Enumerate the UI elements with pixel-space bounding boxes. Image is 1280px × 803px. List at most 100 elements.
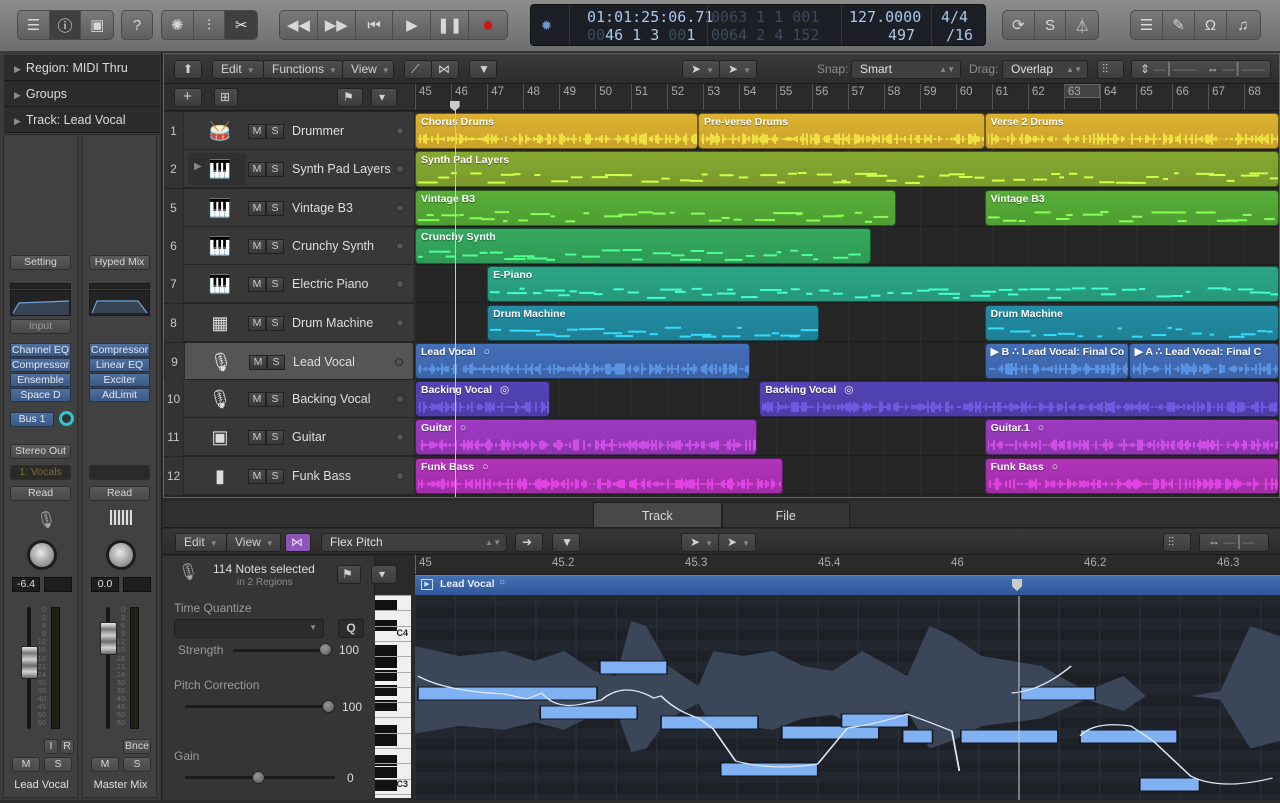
view-menu[interactable]: View ▼ [342, 60, 394, 79]
piano-black-key[interactable] [375, 657, 397, 668]
pan-readout[interactable] [44, 577, 72, 592]
mixer-button[interactable]: ⫶ [194, 11, 226, 39]
record-button[interactable]: ● [469, 11, 507, 39]
region[interactable]: Guitar.1 ○ [984, 419, 1279, 456]
track-record-indicator[interactable] [396, 318, 404, 327]
eq-thumbnail[interactable] [89, 290, 150, 316]
region[interactable]: Crunchy Synth [415, 227, 872, 264]
track-record-indicator[interactable] [396, 241, 404, 250]
region[interactable]: Verse 2 Drums [984, 113, 1279, 149]
group-slot[interactable] [89, 465, 150, 480]
metronome-button[interactable]: ⏃ [1066, 11, 1098, 39]
mute-button[interactable]: M [12, 757, 40, 772]
input-monitor-button[interactable]: I [44, 739, 58, 754]
track-solo-button[interactable]: S [266, 468, 284, 484]
volume-readout[interactable]: 0.0 [91, 577, 119, 592]
cycle-button[interactable]: ⟳ [1003, 11, 1035, 39]
library-button[interactable]: ☰ [18, 11, 50, 39]
pitch-note[interactable] [781, 725, 880, 740]
track-solo-button[interactable]: S [266, 315, 284, 331]
track-header[interactable]: 5 🎹 M S Vintage B3 [164, 188, 414, 227]
track-mute-button[interactable]: M [248, 200, 266, 216]
region[interactable]: Backing Vocal ◎ [759, 381, 1279, 418]
flex-button[interactable]: ⋈ [431, 60, 459, 79]
pitch-note[interactable] [960, 729, 1059, 744]
bar-ruler[interactable]: 45 46 47 48 49 50 51 52 53 54 55 56 57 58 59 60 61 62 63 64… [415, 84, 1279, 111]
solo-button[interactable]: S [1035, 11, 1067, 39]
editor-edit-menu[interactable]: Edit ▼ [175, 533, 227, 552]
edit-menu[interactable]: Edit ▼ [212, 60, 264, 79]
zoom-sliders[interactable]: ⇕ —┃—— ⇔ —┃—— [1131, 60, 1271, 79]
send-level-knob[interactable] [59, 411, 74, 426]
track-solo-button[interactable]: S [266, 238, 284, 254]
track-mute-button[interactable]: M [248, 430, 266, 446]
track-solo-button[interactable]: S [266, 200, 284, 216]
track-mute-button[interactable]: M [248, 392, 266, 408]
piano-keyboard[interactable]: C4 C3 [375, 595, 411, 798]
track-mute-button[interactable]: M [248, 162, 266, 178]
toolbar-button[interactable]: ▣ [81, 11, 113, 39]
track-record-indicator[interactable] [396, 127, 404, 135]
pitch-note[interactable] [539, 705, 638, 720]
help-button[interactable]: ? [122, 11, 152, 39]
plugin-slot[interactable]: Ensemble [10, 373, 71, 387]
automation-button[interactable]: ⟋ [404, 60, 432, 79]
plugin-slot[interactable]: Space D [10, 388, 71, 402]
track-header[interactable]: 2 ▶ 🎹 M S Synth Pad Layers [164, 150, 414, 189]
track-lane[interactable]: Drum Machine Drum Machine [415, 303, 1279, 342]
automation-mode[interactable]: Read [10, 486, 71, 501]
region[interactable]: ▶ B ∴ Lead Vocal: Final Co [984, 342, 1129, 379]
lcd-display[interactable]: ✹ 01:01:25:06.71 0046 1 3 001 0063 1 1 0… [530, 4, 986, 46]
play-button[interactable]: ▶ [393, 11, 432, 39]
automation-mode[interactable]: Read [89, 486, 150, 501]
pitch-note[interactable] [840, 713, 910, 728]
inspector-groups-header[interactable]: ▶ Groups [4, 81, 160, 107]
plugin-slot[interactable]: Linear EQ [89, 358, 150, 372]
inspector-region-header[interactable]: ▶ Region: MIDI Thru [4, 55, 160, 81]
track-solo-button[interactable]: S [266, 162, 284, 178]
flex-toggle-button[interactable]: ⋈ [285, 533, 311, 552]
setting-button[interactable]: Hyped Mix [89, 255, 150, 270]
smart-controls-button[interactable]: ✺ [162, 11, 194, 39]
loop-browser-button[interactable]: Ω [1195, 11, 1227, 39]
input-slot[interactable]: Input [10, 319, 71, 334]
track-solo-button[interactable]: S [266, 392, 284, 408]
track-mute-button[interactable]: M [248, 315, 266, 331]
track-mute-button[interactable]: M [248, 124, 266, 139]
strength-slider[interactable] [233, 649, 328, 652]
pause-button[interactable]: ❚❚ [431, 11, 470, 39]
editor-ruler[interactable]: 45 45.2 45.3 45.4 46 46.2 46.3 [415, 555, 1280, 575]
editor-command-click-tool[interactable]: ➤ ▼ [718, 533, 756, 552]
catch-button[interactable]: ▼ [469, 60, 497, 79]
left-click-tool[interactable]: ➤ ▼ [682, 60, 720, 79]
piano-black-key[interactable] [375, 780, 397, 791]
output-slot[interactable]: Stereo Out [10, 444, 71, 459]
plugin-slot[interactable]: Compressor [10, 358, 71, 372]
track-header[interactable]: 8 ▦ M S Drum Machine [164, 303, 414, 342]
region[interactable]: ▶ A ∴ Lead Vocal: Final C [1128, 342, 1279, 379]
add-track-button[interactable]: + [174, 88, 202, 107]
functions-menu[interactable]: Functions ▼ [263, 60, 343, 79]
track-record-indicator[interactable] [395, 357, 403, 366]
fast-forward-button[interactable]: ▶▶ [318, 11, 356, 39]
pitch-note[interactable] [901, 729, 934, 744]
track-lane[interactable]: Backing Vocal ◎ Backing Vocal ◎ [415, 380, 1279, 419]
setting-button[interactable]: Setting [10, 255, 71, 270]
command-click-tool[interactable]: ➤ ▼ [719, 60, 757, 79]
track-lane[interactable]: Lead Vocal ○ ▶ B ∴ Lead Vocal: Final Co ▶ A… [415, 341, 1279, 380]
piano-black-key[interactable] [375, 755, 397, 766]
lcd-settings-icon[interactable]: ✹ [541, 16, 552, 34]
list-editors-button[interactable]: ☰ [1131, 11, 1163, 39]
eq-thumbnail[interactable] [10, 290, 71, 316]
pan-readout[interactable] [123, 577, 151, 592]
folder-stack-button[interactable]: ⊞ [214, 88, 238, 107]
rewind-button[interactable]: ◀◀ [280, 11, 318, 39]
track-record-indicator[interactable] [396, 165, 404, 174]
region[interactable]: Vintage B3 [415, 189, 897, 226]
region[interactable]: Chorus Drums [415, 113, 698, 149]
pitch-note[interactable] [417, 686, 598, 701]
track-solo-button[interactable]: S [267, 354, 285, 370]
track-header[interactable]: 12 ▮ M S Funk Bass [164, 456, 414, 495]
region[interactable]: Funk Bass ○ [415, 457, 783, 494]
record-enable-button[interactable]: R [60, 739, 74, 754]
